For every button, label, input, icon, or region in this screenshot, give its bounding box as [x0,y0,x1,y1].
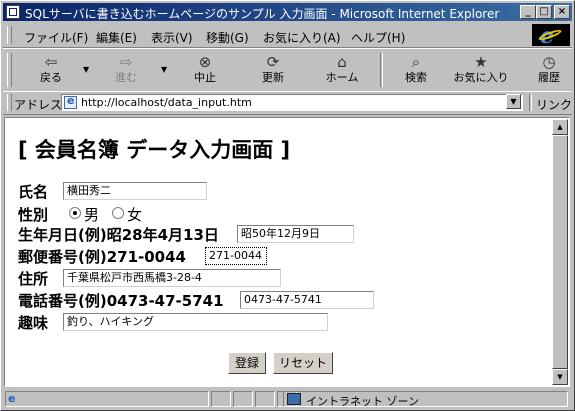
menu-bar: ファイル(F) 編集(E) 表示(V) 移動(G) お気に入り(A) ヘルプ(H… [3,23,572,49]
back-button[interactable]: ⇦ 戻る [31,51,71,89]
window-icon [6,5,20,19]
radio-female[interactable] [112,207,124,219]
birthday-label: 生年月日(例)昭28年4月13日 [18,226,219,244]
scroll-down-icon[interactable]: ▼ [552,369,568,385]
page-icon [64,94,77,109]
home-icon: ⌂ [337,53,347,71]
phone-label: 電話番号(例)0473-47-5741 [18,292,224,310]
zip-field[interactable]: 271-0044 [205,247,267,265]
refresh-icon: ⟳ [266,53,280,71]
toolbar-separator [380,53,383,87]
browser-window: SQLサーバに書き込むホームページのサンプル 入力画面 - Microsoft … [0,0,575,411]
menu-file[interactable]: ファイル(F) [24,29,88,46]
history-button[interactable]: ◷ 履歴 [529,51,569,89]
menu-edit[interactable]: 編集(E) [96,29,137,46]
menu-view[interactable]: 表示(V) [151,29,193,46]
name-field[interactable]: 横田秀二 [63,182,207,200]
zip-label: 郵便番号(例)271-0044 [18,248,186,266]
stop-icon: ⊗ [198,53,212,71]
maximize-button[interactable]: □ [536,5,552,19]
favorites-icon: ★ [474,53,488,71]
minimize-button[interactable]: _ [520,5,536,19]
links-separator [529,94,532,111]
address-label-field: 住所 [18,270,49,288]
menu-favorites[interactable]: お気に入り(A) [263,29,341,46]
address-label: アドレス [14,98,63,112]
status-bar: e イントラネット ゾーン [3,390,572,409]
search-button[interactable]: ⌕ 検索 [394,51,438,89]
radio-male[interactable] [69,207,81,219]
links-button[interactable]: リンク [536,96,572,113]
status-cell [211,391,231,407]
name-label: 氏名 [18,183,49,201]
vertical-scrollbar[interactable]: ▲ ▼ [552,119,568,385]
title-bar[interactable]: SQLサーバに書き込むホームページのサンプル 入力画面 - Microsoft … [3,3,572,21]
address-url: http://localhost/data_input.htm [81,96,252,109]
address-input[interactable]: http://localhost/data_input.htm [61,94,523,111]
reset-button[interactable]: リセット [273,352,333,374]
menu-grip [7,26,12,44]
home-button[interactable]: ⌂ ホーム [320,51,364,89]
toolbar-grip [7,53,12,87]
birthday-field[interactable]: 昭50年12月9日 [237,225,354,243]
sex-label: 性別 [18,206,49,224]
search-icon: ⌕ [411,53,421,71]
zone-cell: イントラネット ゾーン [283,391,568,408]
back-dropdown-icon[interactable]: ▼ [83,65,89,74]
address-bar: アドレス http://localhost/data_input.htm ▼ リ… [3,91,572,115]
address-field[interactable]: 千葉県松戸市西馬橋3-28-4 [63,269,281,287]
radio-female-label: 女 [127,206,143,224]
phone-field[interactable]: 0473-47-5741 [240,291,374,309]
history-icon: ◷ [542,53,556,71]
forward-dropdown-icon[interactable]: ▼ [161,65,167,74]
favorites-button[interactable]: ★ お気に入り [451,51,511,89]
standard-toolbar: ⇦ 戻る ▼ ⇨ 進む ▼ ⊗ 中止 ⟳ 更新 ⌂ ホーム ⌕ 検索 ★ お気に… [3,48,572,92]
menu-help[interactable]: ヘルプ(H) [351,29,405,46]
scroll-up-icon[interactable]: ▲ [552,119,568,135]
forward-arrow-icon: ⇨ [119,53,133,71]
address-grip [7,94,12,111]
status-cell [255,391,275,407]
window-title: SQLサーバに書き込むホームページのサンプル 入力画面 - Microsoft … [25,7,500,21]
status-cell [233,391,253,407]
forward-button[interactable]: ⇨ 進む [106,51,146,89]
radio-male-label: 男 [84,206,100,224]
submit-button[interactable]: 登録 [228,352,266,374]
menu-go[interactable]: 移動(G) [206,29,249,46]
page-title: [ 会員名簿 データ入力画面 ] [18,138,291,162]
refresh-button[interactable]: ⟳ 更新 [251,51,295,89]
hobby-label: 趣味 [18,314,49,332]
close-button[interactable]: × [554,5,570,19]
stop-button[interactable]: ⊗ 中止 [183,51,227,89]
scroll-thumb[interactable] [552,135,568,369]
status-text-cell: e [5,391,209,407]
hobby-field[interactable]: 釣り、ハイキング [63,313,328,331]
ie-logo-icon: e [532,23,570,49]
status-page-icon: e [8,392,16,405]
back-arrow-icon: ⇦ [44,53,58,71]
intranet-zone-icon [287,393,301,405]
page-content: [ 会員名簿 データ入力画面 ] 氏名 横田秀二 性別 男 女 生年月日(例)昭… [4,117,570,387]
address-dropdown-icon[interactable]: ▼ [506,94,521,109]
data-input-form: [ 会員名簿 データ入力画面 ] 氏名 横田秀二 性別 男 女 生年月日(例)昭… [18,118,548,384]
zone-label: イントラネット ゾーン [306,395,419,408]
